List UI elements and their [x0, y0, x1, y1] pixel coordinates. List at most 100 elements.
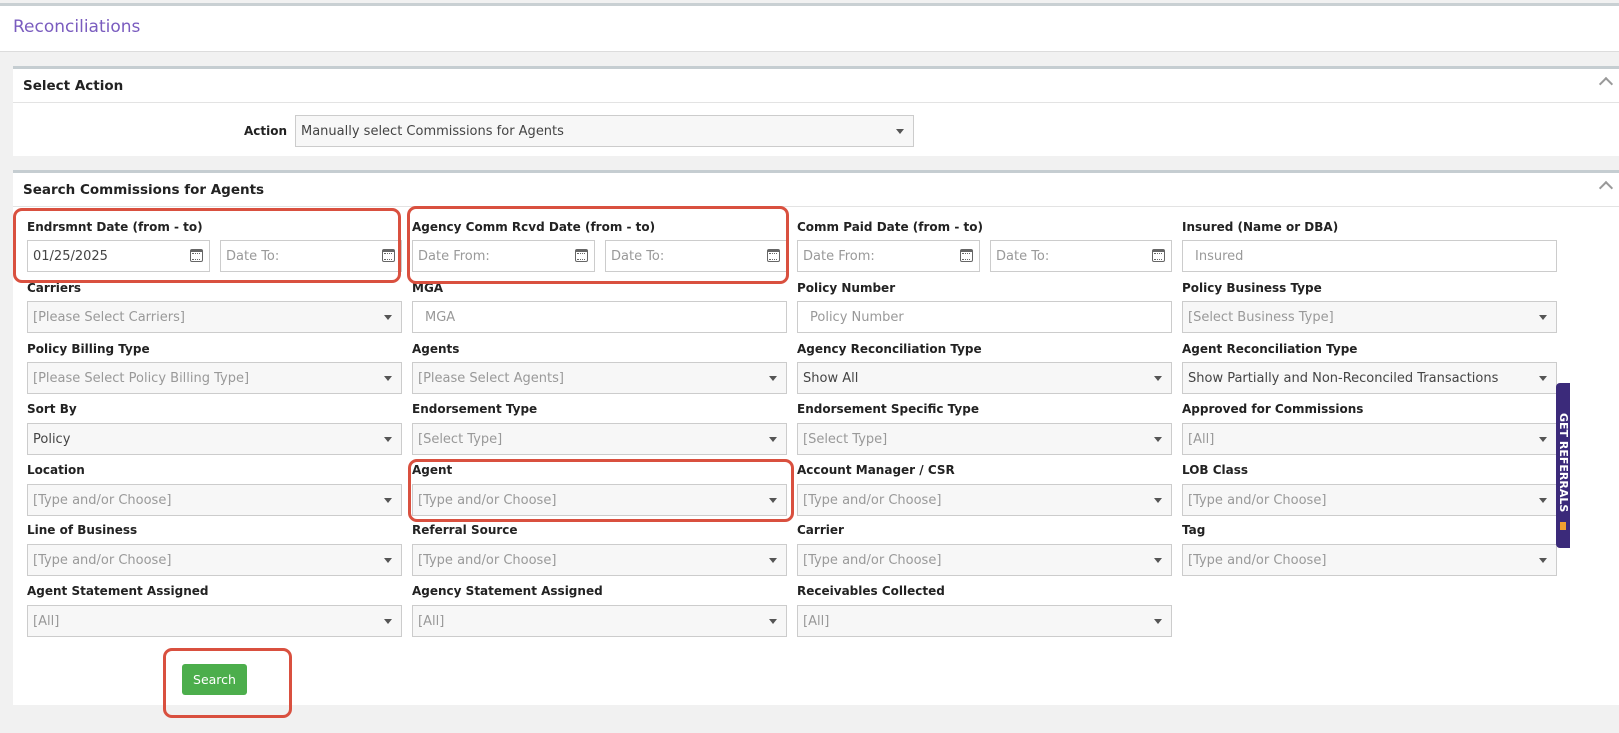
insured-label: Insured (Name or DBA)	[1182, 220, 1339, 234]
chevron-down-icon	[1154, 376, 1162, 381]
carrier-value: [Type and/or Choose]	[803, 553, 942, 568]
approved-for-commissions-select[interactable]: [All]	[1182, 423, 1557, 455]
agency-reconciliation-type-select[interactable]: Show All	[797, 362, 1172, 394]
endrsmnt-date-to-input[interactable]: Date To:	[220, 240, 402, 272]
calendar-icon[interactable]	[767, 249, 780, 262]
policy-business-type-select[interactable]: [Select Business Type]	[1182, 301, 1557, 333]
chevron-down-icon	[769, 558, 777, 563]
agents-select[interactable]: [Please Select Agents]	[412, 362, 787, 394]
comm-paid-date-label: Comm Paid Date (from - to)	[797, 220, 983, 234]
chevron-down-icon	[1539, 558, 1547, 563]
calendar-icon[interactable]	[1152, 249, 1165, 262]
policy-billing-type-value: [Please Select Policy Billing Type]	[33, 371, 250, 386]
agency-comm-rcvd-date-from-input[interactable]: Date From:	[412, 240, 595, 272]
tag-value: [Type and/or Choose]	[1188, 553, 1327, 568]
approved-for-commissions-label: Approved for Commissions	[1182, 402, 1364, 416]
endorsement-specific-type-select[interactable]: [Select Type]	[797, 423, 1172, 455]
lob-class-value: [Type and/or Choose]	[1188, 493, 1327, 508]
carriers-select[interactable]: [Please Select Carriers]	[27, 301, 402, 333]
chevron-down-icon	[384, 376, 392, 381]
calendar-icon[interactable]	[190, 249, 203, 262]
chevron-down-icon	[1539, 315, 1547, 320]
sort-by-value: Policy	[33, 432, 71, 447]
select-action-header[interactable]: Select Action	[13, 69, 1619, 103]
chevron-down-icon	[896, 129, 904, 134]
chevron-down-icon	[384, 619, 392, 624]
insured-input[interactable]: Insured	[1182, 240, 1557, 272]
carrier-label: Carrier	[797, 523, 844, 537]
agency-comm-rcvd-date-label: Agency Comm Rcvd Date (from - to)	[412, 220, 656, 234]
endorsement-type-select[interactable]: [Select Type]	[412, 423, 787, 455]
line-of-business-select[interactable]: [Type and/or Choose]	[27, 544, 402, 576]
line-of-business-label: Line of Business	[27, 523, 138, 537]
chevron-down-icon	[769, 376, 777, 381]
agency-reconciliation-type-value: Show All	[803, 371, 859, 386]
agency-statement-assigned-select[interactable]: [All]	[412, 605, 787, 637]
select-action-panel: Select Action Action Manually select Com…	[13, 66, 1619, 156]
agent-value: [Type and/or Choose]	[418, 493, 557, 508]
comm-paid-date-to-input[interactable]: Date To:	[990, 240, 1172, 272]
agent-statement-assigned-select[interactable]: [All]	[27, 605, 402, 637]
chevron-down-icon	[769, 619, 777, 624]
chevron-down-icon	[1539, 376, 1547, 381]
chevron-down-icon	[1539, 437, 1547, 442]
carriers-value: [Please Select Carriers]	[33, 310, 185, 325]
action-select[interactable]: Manually select Commissions for Agents	[295, 115, 914, 147]
action-label: Action	[244, 124, 288, 138]
chevron-down-icon	[1539, 498, 1547, 503]
chevron-down-icon	[1154, 619, 1162, 624]
comm-paid-from-placeholder: Date From:	[803, 249, 875, 264]
chevron-down-icon	[769, 498, 777, 503]
agent-reconciliation-type-select[interactable]: Show Partially and Non-Reconciled Transa…	[1182, 362, 1557, 394]
agency-statement-assigned-value: [All]	[418, 614, 445, 629]
comm-paid-date-from-input[interactable]: Date From:	[797, 240, 980, 272]
comm-paid-to-placeholder: Date To:	[996, 249, 1050, 264]
agent-select[interactable]: [Type and/or Choose]	[412, 484, 787, 516]
calendar-icon[interactable]	[382, 249, 395, 262]
policy-business-type-label: Policy Business Type	[1182, 281, 1322, 295]
line-of-business-value: [Type and/or Choose]	[33, 553, 172, 568]
referral-source-select[interactable]: [Type and/or Choose]	[412, 544, 787, 576]
location-select[interactable]: [Type and/or Choose]	[27, 484, 402, 516]
endrsmnt-date-from-value: 01/25/2025	[33, 249, 108, 264]
tag-select[interactable]: [Type and/or Choose]	[1182, 544, 1557, 576]
endrsmnt-date-to-placeholder: Date To:	[226, 249, 280, 264]
endorsement-specific-type-value: [Select Type]	[803, 432, 888, 447]
sort-by-select[interactable]: Policy	[27, 423, 402, 455]
collapse-icon[interactable]	[1598, 180, 1614, 196]
mga-input[interactable]: MGA	[412, 301, 787, 333]
chevron-down-icon	[384, 498, 392, 503]
tag-label: Tag	[1182, 523, 1206, 537]
account-manager-value: [Type and/or Choose]	[803, 493, 942, 508]
agency-statement-assigned-label: Agency Statement Assigned	[412, 584, 603, 598]
chevron-down-icon	[384, 558, 392, 563]
chevron-down-icon	[769, 437, 777, 442]
search-button[interactable]: Search	[182, 664, 247, 695]
calendar-icon[interactable]	[575, 249, 588, 262]
chevron-down-icon	[1154, 558, 1162, 563]
collapse-icon[interactable]	[1598, 76, 1614, 92]
account-manager-select[interactable]: [Type and/or Choose]	[797, 484, 1172, 516]
policy-number-input[interactable]: Policy Number	[797, 301, 1172, 333]
agency-reconciliation-type-label: Agency Reconciliation Type	[797, 342, 982, 356]
get-referrals-tab[interactable]: GET REFERRALS	[1556, 383, 1570, 548]
chevron-down-icon	[1154, 437, 1162, 442]
endrsmnt-date-from-input[interactable]: 01/25/2025	[27, 240, 210, 272]
policy-billing-type-label: Policy Billing Type	[27, 342, 150, 356]
carrier-select[interactable]: [Type and/or Choose]	[797, 544, 1172, 576]
insured-placeholder: Insured	[1195, 249, 1244, 264]
location-label: Location	[27, 463, 85, 477]
agency-comm-rcvd-date-to-input[interactable]: Date To:	[605, 240, 787, 272]
calendar-icon[interactable]	[960, 249, 973, 262]
lob-class-select[interactable]: [Type and/or Choose]	[1182, 484, 1557, 516]
agency-comm-to-placeholder: Date To:	[611, 249, 665, 264]
policy-billing-type-select[interactable]: [Please Select Policy Billing Type]	[27, 362, 402, 394]
endorsement-type-value: [Select Type]	[418, 432, 503, 447]
receivables-collected-select[interactable]: [All]	[797, 605, 1172, 637]
agents-label: Agents	[412, 342, 460, 356]
action-select-value: Manually select Commissions for Agents	[301, 124, 564, 139]
get-referrals-label: GET REFERRALS	[1557, 413, 1570, 513]
chevron-down-icon	[384, 437, 392, 442]
search-panel-header[interactable]: Search Commissions for Agents	[13, 173, 1619, 207]
referral-source-value: [Type and/or Choose]	[418, 553, 557, 568]
